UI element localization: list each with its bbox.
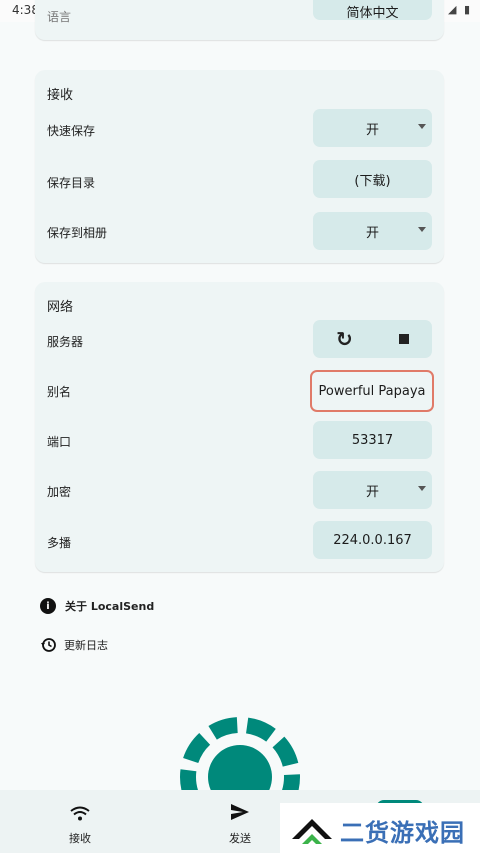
receive-card: 接收 快速保存 开 保存目录 (下载) 保存到相册 开 bbox=[35, 70, 444, 263]
alias-field[interactable]: Powerful Papaya bbox=[310, 370, 434, 412]
refresh-icon[interactable]: ↻ bbox=[336, 327, 353, 351]
multicast-value: 224.0.0.167 bbox=[333, 532, 412, 548]
save-to-album-value: 开 bbox=[365, 225, 379, 241]
settings-scroll[interactable]: 语言 简体中文 接收 快速保存 开 保存目录 (下载) 保存到相册 开 网络 服… bbox=[0, 0, 480, 790]
server-label: 服务器 bbox=[47, 335, 84, 349]
chevron-down-icon bbox=[418, 227, 426, 232]
changelog-label: 更新日志 bbox=[64, 639, 108, 652]
chevron-down-icon bbox=[418, 486, 426, 491]
multicast-field[interactable]: 224.0.0.167 bbox=[313, 521, 432, 559]
wifi-icon bbox=[70, 806, 90, 821]
network-card: 网络 服务器 ↻ 别名 Powerful Papaya 端口 53317 加密 … bbox=[35, 282, 444, 572]
port-field[interactable]: 53317 bbox=[313, 421, 432, 459]
language-card: 语言 简体中文 bbox=[35, 0, 444, 40]
changelog-link[interactable]: 更新日志 bbox=[40, 637, 108, 653]
quick-save-label: 快速保存 bbox=[47, 124, 96, 138]
encryption-dropdown[interactable]: 开 bbox=[313, 471, 432, 509]
receive-title: 接收 bbox=[47, 88, 74, 103]
nav-receive[interactable]: 接收 bbox=[40, 790, 120, 853]
nav-send-label: 发送 bbox=[229, 832, 251, 845]
chevron-down-icon bbox=[418, 124, 426, 129]
save-to-album-label: 保存到相册 bbox=[47, 226, 108, 240]
port-value: 53317 bbox=[351, 432, 394, 448]
alias-value: Powerful Papaya bbox=[318, 383, 426, 399]
language-select[interactable]: 简体中文 bbox=[313, 0, 432, 21]
stop-icon[interactable] bbox=[398, 334, 409, 344]
language-value: 简体中文 bbox=[346, 5, 399, 21]
quick-save-dropdown[interactable]: 开 bbox=[313, 109, 432, 147]
alias-label: 别名 bbox=[47, 385, 72, 399]
encryption-label: 加密 bbox=[47, 485, 72, 499]
about-label: 关于 LocalSend bbox=[65, 600, 155, 613]
save-dir-value: (下载) bbox=[354, 173, 391, 189]
watermark-logo bbox=[292, 819, 332, 844]
multicast-label: 多播 bbox=[47, 536, 72, 550]
language-label: 语言 bbox=[47, 10, 72, 24]
history-icon bbox=[41, 638, 56, 652]
port-label: 端口 bbox=[47, 435, 72, 449]
localsend-logo bbox=[180, 717, 300, 790]
watermark-text: 二货游戏园 bbox=[340, 819, 465, 847]
info-icon: i bbox=[40, 598, 56, 614]
network-title: 网络 bbox=[47, 300, 74, 315]
save-dir-label: 保存目录 bbox=[47, 176, 96, 190]
send-icon bbox=[231, 804, 249, 820]
watermark: 二货游戏园 bbox=[280, 803, 480, 853]
server-controls: ↻ bbox=[313, 320, 432, 358]
encryption-value: 开 bbox=[365, 484, 379, 500]
save-dir-button[interactable]: (下载) bbox=[313, 160, 432, 198]
nav-send[interactable]: 发送 bbox=[200, 790, 280, 853]
quick-save-value: 开 bbox=[365, 122, 379, 138]
about-link[interactable]: i 关于 LocalSend bbox=[40, 598, 154, 614]
nav-receive-label: 接收 bbox=[69, 832, 91, 845]
save-to-album-dropdown[interactable]: 开 bbox=[313, 212, 432, 250]
